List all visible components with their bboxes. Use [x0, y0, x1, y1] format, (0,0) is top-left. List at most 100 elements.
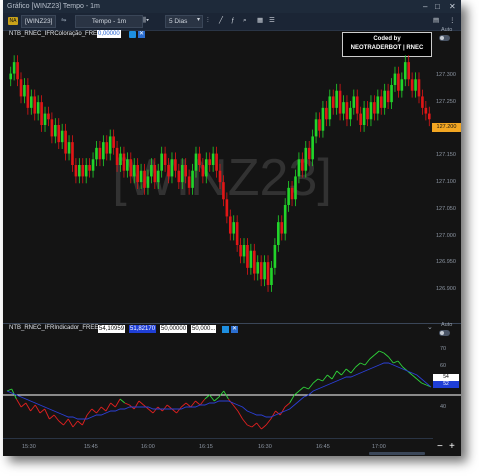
osc-line-segment — [369, 354, 375, 360]
candle — [232, 222, 236, 234]
candle — [194, 153, 198, 171]
osc-line-segment — [105, 402, 112, 412]
osc-line-segment — [261, 424, 267, 430]
window-title: Gráfico [WINZ23] Tempo - 1m — [7, 3, 100, 10]
candle — [273, 245, 277, 268]
collapse-chevron-icon[interactable]: ⌄ — [427, 323, 433, 331]
menu-icon[interactable]: ⋮ — [449, 15, 456, 26]
osc-line-segment — [25, 402, 31, 412]
candle — [29, 96, 33, 108]
osc-line-segment — [195, 400, 201, 406]
asset-badge[interactable]: NA — [8, 17, 18, 25]
osc-line-segment — [110, 402, 116, 408]
candle — [9, 73, 13, 80]
link-icon[interactable]: ⇋ — [61, 15, 66, 26]
maximize-icon[interactable]: □ — [435, 0, 440, 13]
candle — [184, 165, 188, 177]
candle — [163, 153, 167, 165]
indicators-icon[interactable]: ⫶ — [207, 15, 209, 26]
candle — [105, 142, 109, 154]
candle — [143, 170, 146, 188]
zoom-in-button[interactable]: + — [449, 441, 455, 452]
osc-line-segment — [379, 350, 385, 354]
timeframe-selector[interactable]: Tempo - 1m — [75, 15, 143, 28]
osc-line-segment — [322, 374, 328, 382]
candle — [33, 96, 37, 114]
osc-line-segment — [421, 382, 427, 386]
minimize-icon[interactable]: – — [423, 0, 427, 13]
chevron-down-icon[interactable]: ▾ — [197, 15, 200, 26]
oscillator-chart[interactable] — [3, 335, 461, 435]
osc-value-4: 50,000... — [191, 325, 217, 333]
osc-line-segment — [119, 398, 126, 404]
osc-line-segment — [171, 408, 177, 414]
chart-type-icon[interactable]: ⫼▾ — [143, 15, 149, 26]
candle — [376, 96, 380, 114]
candle — [40, 102, 43, 125]
price-chart[interactable]: [WINZ23] — [3, 40, 461, 320]
candle — [112, 136, 115, 148]
drawing-icon[interactable]: ╱ — [219, 15, 223, 26]
candle — [318, 119, 321, 131]
osc-line-segment — [411, 374, 418, 380]
function-icon[interactable]: ƒ — [231, 15, 235, 26]
osc-settings-icon[interactable] — [222, 326, 229, 333]
osc-line-segment — [148, 408, 154, 414]
template-icon[interactable]: ▤ — [433, 15, 439, 26]
indicator-remove-icon[interactable]: ✕ — [138, 31, 145, 38]
osc-line-segment — [256, 422, 262, 430]
candle — [12, 62, 16, 74]
candle — [301, 159, 304, 171]
candle — [228, 216, 232, 234]
candle — [16, 62, 19, 80]
close-icon[interactable]: ✕ — [449, 0, 456, 13]
time-label: 17:00 — [372, 444, 386, 450]
osc-line-segment — [162, 404, 168, 412]
candle — [71, 142, 74, 165]
candle — [259, 262, 263, 280]
osc-remove-icon[interactable]: ✕ — [231, 326, 238, 333]
price-axis-label: 127.150 — [436, 152, 456, 158]
osc-line-segment — [265, 418, 272, 426]
price-axis-label: 127.100 — [436, 179, 456, 185]
settings-icon[interactable]: ☰ — [269, 15, 275, 26]
osc-line-segment — [6, 388, 12, 392]
candle — [304, 147, 308, 171]
candle — [153, 165, 157, 183]
symbol-selector[interactable]: [WINZ23] — [21, 15, 57, 28]
search-icon[interactable]: ⌕ — [243, 15, 247, 26]
candle — [314, 119, 318, 137]
price-axis-label: 127.050 — [436, 206, 456, 212]
candle — [331, 96, 335, 108]
candle — [290, 187, 294, 200]
osc-line-segment — [416, 378, 422, 384]
osc-line-segment — [124, 402, 130, 406]
candle — [191, 170, 194, 188]
osc-line-segment — [232, 404, 239, 412]
candle — [91, 159, 95, 171]
candle — [150, 165, 153, 177]
layout-icon[interactable]: ▦ — [257, 15, 263, 26]
osc-line-segment — [30, 404, 36, 412]
indicator-settings-icon[interactable] — [129, 31, 136, 38]
osc-auto-label: Auto — [441, 322, 453, 328]
candle — [187, 176, 191, 188]
osc-line-segment — [152, 406, 159, 414]
time-scrollbar[interactable] — [369, 452, 425, 455]
candle — [204, 159, 208, 177]
osc-line-segment — [284, 402, 290, 408]
osc-line-segment — [360, 362, 366, 366]
candle — [222, 182, 225, 200]
osc-line-segment — [213, 396, 220, 402]
osc-line-segment — [312, 378, 319, 384]
osc-line-segment — [303, 386, 309, 390]
osc-line-segment — [176, 406, 182, 414]
osc-line-segment — [58, 420, 64, 426]
osc-line-segment — [388, 356, 394, 364]
osc-line-segment — [298, 386, 305, 392]
candle — [307, 147, 311, 160]
candle — [379, 96, 383, 108]
chart-window: Gráfico [WINZ23] Tempo - 1m – □ ✕ NA [WI… — [3, 0, 461, 456]
zoom-out-button[interactable]: − — [437, 441, 443, 452]
osc-line-segment — [350, 366, 356, 374]
